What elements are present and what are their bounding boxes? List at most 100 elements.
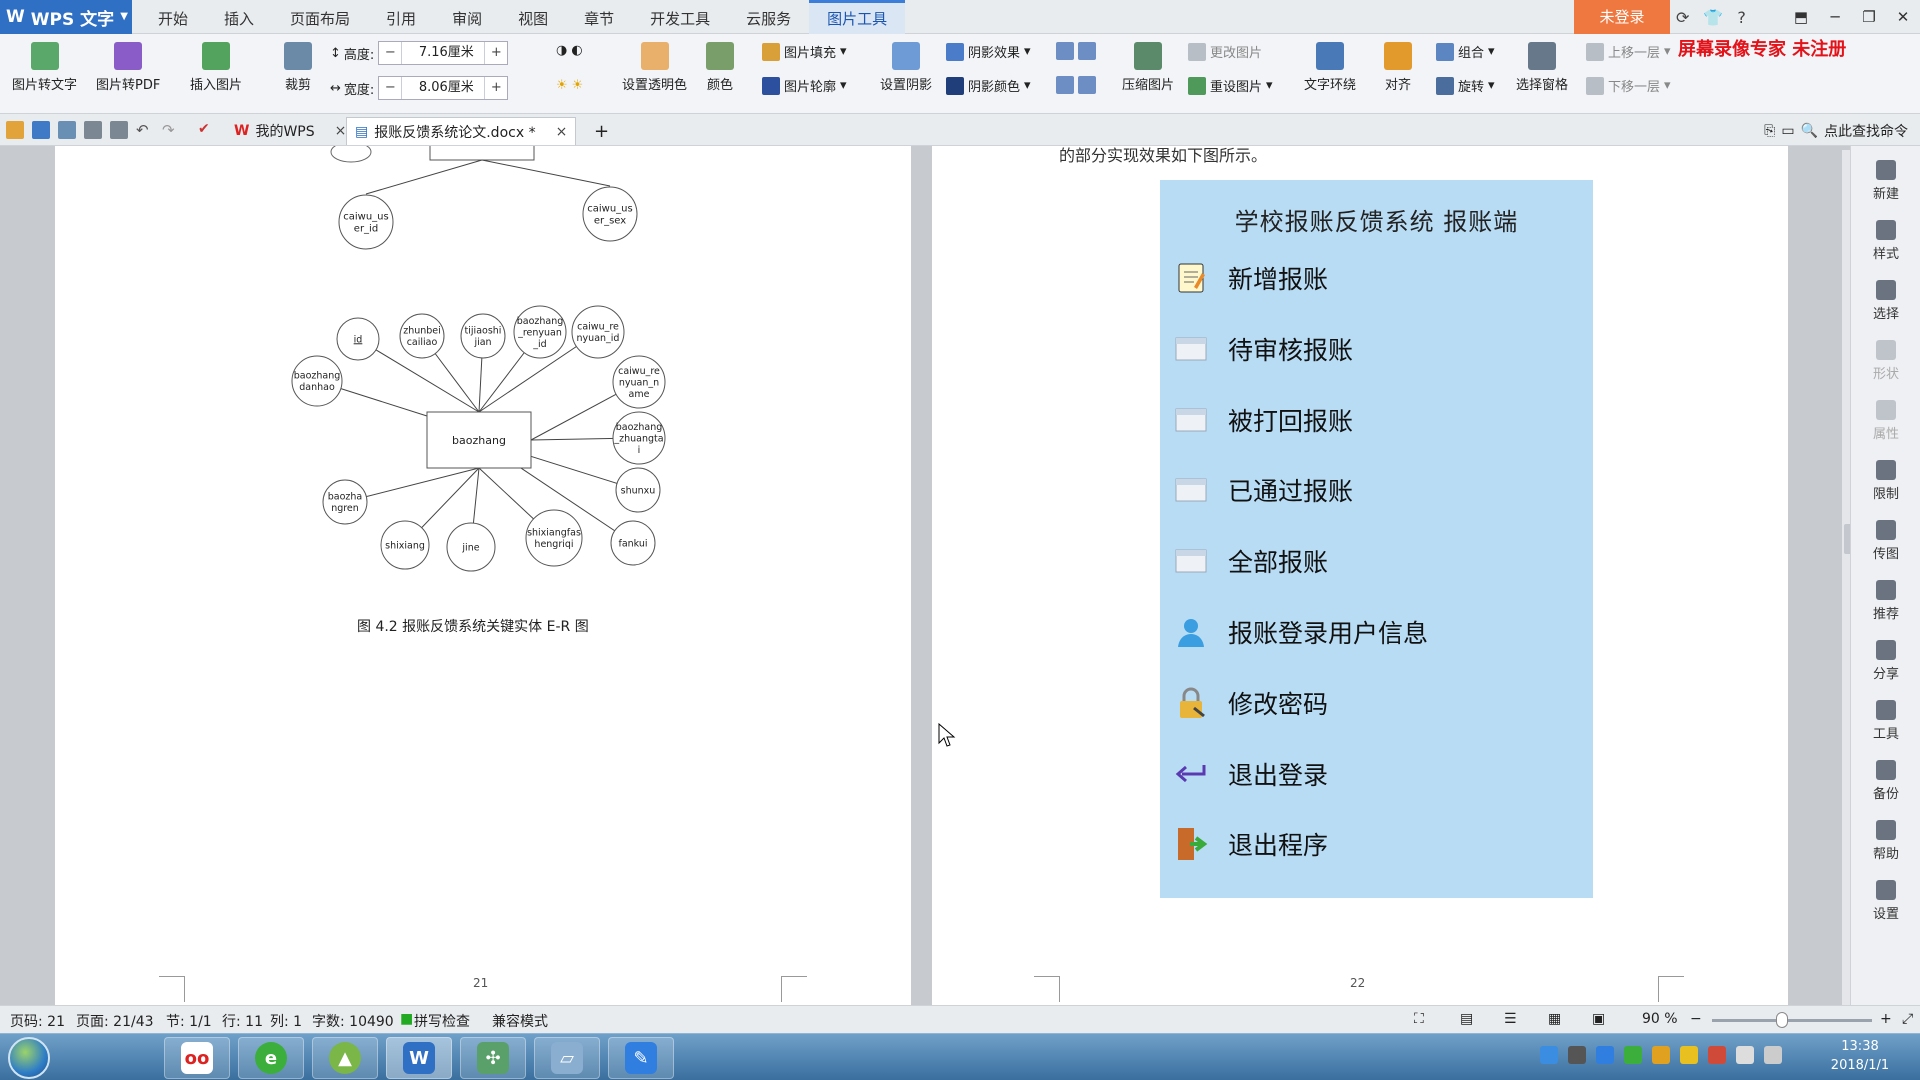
close-tab-icon[interactable]: × — [556, 124, 568, 140]
brightness-increase-icon[interactable]: ☀ — [556, 78, 568, 93]
undo-icon[interactable]: ↶ — [136, 121, 154, 139]
shadow-nudge-up-icon[interactable] — [1056, 42, 1074, 60]
crop-button[interactable]: 裁剪 — [284, 42, 312, 93]
shadow-effect-button[interactable]: 阴影效果 ▾ — [946, 42, 1031, 61]
skin-icon[interactable]: 👕 — [1703, 8, 1723, 27]
rotate-button[interactable]: 旋转 ▾ — [1436, 76, 1495, 95]
tab-3[interactable]: 引用 — [368, 0, 434, 34]
taskbar-wps-writer[interactable]: W — [386, 1037, 452, 1079]
er-diagram-image[interactable]: caiwu_us er_idcaiwu_us er_sexidzhunbei cail… — [55, 146, 911, 946]
browser-tray-icon[interactable] — [1624, 1046, 1642, 1064]
new-tab-button[interactable]: + — [586, 117, 617, 145]
pic-to-text-button[interactable]: 图片转文字 — [12, 42, 77, 93]
tab-my-wps[interactable]: W 我的WPS × — [226, 117, 354, 145]
send-backward-button[interactable]: 下移一层 ▾ — [1586, 76, 1671, 95]
fit-window-icon[interactable]: ⤢ — [1902, 1011, 1913, 1027]
select-pane-button[interactable]: 选择窗格 — [1516, 42, 1568, 93]
change-pic-button[interactable]: 更改图片 — [1188, 42, 1262, 61]
tab-2[interactable]: 页面布局 — [272, 0, 368, 34]
maximize-icon[interactable]: ❐ — [1852, 0, 1886, 34]
sidebar-item-12[interactable]: 设置 — [1851, 880, 1920, 922]
taskbar-oo-player[interactable]: oo — [164, 1037, 230, 1079]
reset-pic-button[interactable]: 重设图片 ▾ — [1188, 76, 1273, 95]
wps-app-menu[interactable]: W WPS 文字 ▼ — [0, 0, 132, 34]
width-increase-button[interactable]: + — [485, 77, 507, 99]
pic-fill-button[interactable]: 图片填充 ▾ — [762, 42, 847, 61]
taskbar-network-tool[interactable]: ✣ — [460, 1037, 526, 1079]
shadow-nudge-right-icon[interactable] — [1078, 76, 1096, 94]
tab-4[interactable]: 审阅 — [434, 0, 500, 34]
sidebar-item-11[interactable]: 帮助 — [1851, 820, 1920, 862]
height-input[interactable]: 7.16厘米 — [401, 42, 486, 64]
sidebar-item-1[interactable]: 样式 — [1851, 220, 1920, 262]
recorder-tray-icon[interactable] — [1568, 1046, 1586, 1064]
contrast-buttons[interactable]: ◑ ◐ — [556, 43, 583, 58]
color-button[interactable]: 颜色 — [706, 42, 734, 93]
find-command[interactable]: ⎘ ▭ 🔍 点此查找命令 — [1764, 121, 1908, 141]
print-icon[interactable] — [84, 121, 102, 139]
brightness-buttons[interactable]: ☀ ☀ — [556, 78, 583, 93]
set-shadow-button[interactable]: 设置阴影 — [880, 42, 932, 93]
redo-icon[interactable]: ↷ — [162, 121, 180, 139]
shadow-nudge-buttons[interactable] — [1056, 42, 1096, 60]
close-icon[interactable]: ✕ — [1886, 0, 1920, 34]
sidebar-item-2[interactable]: 选择 — [1851, 280, 1920, 322]
height-increase-button[interactable]: + — [485, 42, 507, 64]
height-decrease-button[interactable]: − — [379, 42, 401, 64]
sidebar-item-4[interactable]: 属性 — [1851, 400, 1920, 442]
bring-forward-button[interactable]: 上移一层 ▾ — [1586, 42, 1671, 61]
refresh-icon[interactable]: ⟳ — [1676, 8, 1689, 27]
text-wrap-button[interactable]: 文字环绕 — [1304, 42, 1356, 93]
width-decrease-button[interactable]: − — [379, 77, 401, 99]
zoom-slider-knob[interactable] — [1776, 1012, 1788, 1028]
customize-icon[interactable]: ✔ — [198, 121, 216, 139]
taskbar-android-tool[interactable]: ▲ — [312, 1037, 378, 1079]
sidebar-item-10[interactable]: 备份 — [1851, 760, 1920, 802]
pen-tray-icon[interactable] — [1596, 1046, 1614, 1064]
close-tab-icon[interactable]: × — [335, 123, 347, 139]
speaker-icon[interactable] — [1708, 1046, 1726, 1064]
tab-5[interactable]: 视图 — [500, 0, 566, 34]
taskbar-document-tool[interactable]: ▱ — [534, 1037, 600, 1079]
group-button[interactable]: 组合 ▾ — [1436, 42, 1495, 61]
taskbar-note-tool[interactable]: ✎ — [608, 1037, 674, 1079]
pic-outline-button[interactable]: 图片轮廓 ▾ — [762, 76, 847, 95]
tab-9[interactable]: 图片工具 — [809, 0, 906, 34]
restore-layout-icon[interactable]: ⬒ — [1784, 0, 1818, 34]
pic-to-pdf-button[interactable]: 图片转PDF — [96, 42, 160, 93]
start-orb-button[interactable] — [8, 1037, 50, 1079]
security-icon[interactable] — [1680, 1046, 1698, 1064]
tab-6[interactable]: 章节 — [566, 0, 632, 34]
shadow-color-button[interactable]: 阴影颜色 ▾ — [946, 76, 1031, 95]
minimize-icon[interactable]: ─ — [1818, 0, 1852, 34]
tab-1[interactable]: 插入 — [206, 0, 272, 34]
print-preview-icon[interactable] — [110, 121, 128, 139]
sidebar-item-8[interactable]: 分享 — [1851, 640, 1920, 682]
sidebar-item-7[interactable]: 推荐 — [1851, 580, 1920, 622]
compress-button[interactable]: 压缩图片 — [1122, 42, 1174, 93]
sidebar-item-6[interactable]: 传图 — [1851, 520, 1920, 562]
contrast-increase-icon[interactable]: ◑ — [556, 43, 567, 58]
page-view-icon[interactable]: ▤ — [1460, 1011, 1473, 1027]
reading-view-icon[interactable]: ▣ — [1592, 1011, 1605, 1027]
tab-0[interactable]: 开始 — [140, 0, 206, 34]
shadow-nudge-buttons-2[interactable] — [1056, 76, 1096, 94]
zoom-level[interactable]: 90 % — [1642, 1011, 1678, 1027]
shadow-nudge-down-icon[interactable] — [1078, 42, 1096, 60]
tab-document[interactable]: ▤ 报账反馈系统论文.docx * × — [346, 117, 577, 145]
menu-screenshot-image[interactable]: 学校报账反馈系统 报账端 新增报账 待审核报账 被打回报账 已通过报账 全部报账 报账登录… — [1160, 180, 1593, 898]
zoom-in-button[interactable]: + — [1880, 1011, 1892, 1027]
insert-pic-button[interactable]: 插入图片 — [190, 42, 242, 93]
align-button[interactable]: 对齐 — [1384, 42, 1412, 93]
network-tray-icon[interactable] — [1764, 1046, 1782, 1064]
width-input[interactable]: 8.06厘米 — [401, 77, 486, 99]
volume-icon[interactable] — [1736, 1046, 1754, 1064]
login-button[interactable]: 未登录 — [1574, 0, 1670, 34]
set-transparent-button[interactable]: 设置透明色 — [622, 42, 687, 93]
web-view-icon[interactable]: ▦ — [1548, 1011, 1561, 1027]
save-icon[interactable] — [32, 121, 50, 139]
tab-7[interactable]: 开发工具 — [632, 0, 728, 34]
save-as-icon[interactable] — [58, 121, 76, 139]
spell-check-toggle[interactable]: 拼写检查 — [414, 1011, 470, 1031]
tab-8[interactable]: 云服务 — [728, 0, 809, 34]
